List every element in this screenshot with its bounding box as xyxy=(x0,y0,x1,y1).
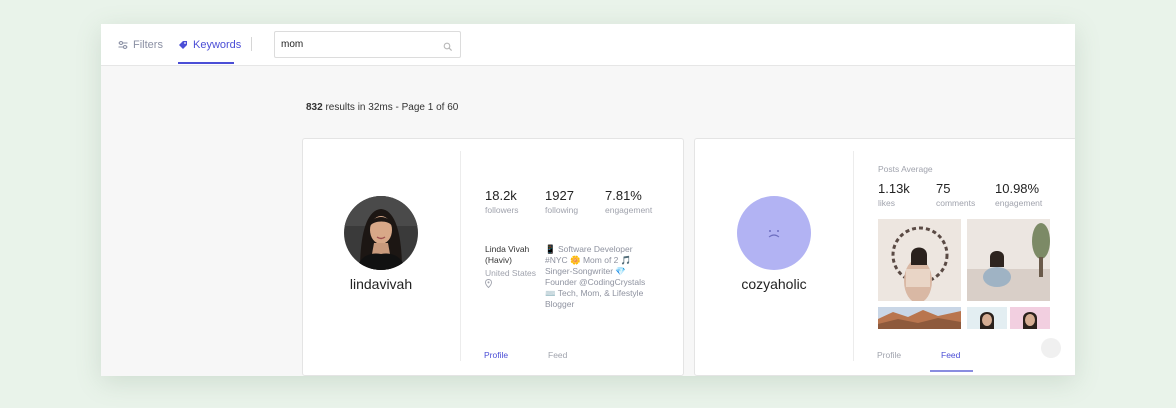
avatar[interactable] xyxy=(344,196,418,270)
stat-value: 1.13k xyxy=(878,181,910,196)
posts-average-label: Posts Average xyxy=(878,164,933,174)
tab-filters[interactable]: Filters xyxy=(118,24,163,65)
stat-label: following xyxy=(545,205,579,215)
feed-thumbnail[interactable] xyxy=(967,307,1007,329)
tab-keywords-label: Keywords xyxy=(193,38,242,51)
active-tab-indicator xyxy=(178,62,234,64)
bio-line: #NYC 🌼 Mom of 2 🎵 xyxy=(545,255,632,265)
stat-value: 75 xyxy=(936,181,951,196)
tab-profile[interactable]: Profile xyxy=(877,350,901,360)
feed-thumbnail[interactable] xyxy=(878,219,961,301)
stat-label: engagement xyxy=(995,198,1043,208)
feed-thumbnail[interactable] xyxy=(967,219,1050,301)
bio-location: United States xyxy=(485,268,537,291)
bio-line: Singer-Songwriter 💎 xyxy=(545,266,626,276)
stat-comments: 75 comments xyxy=(936,181,975,208)
stat-label: comments xyxy=(936,198,976,208)
tab-keywords[interactable]: Keywords xyxy=(178,24,241,65)
location-pin-icon xyxy=(485,279,492,290)
stat-label: followers xyxy=(485,205,519,215)
stat-following: 1927 following xyxy=(545,188,578,215)
tab-feed[interactable]: Feed xyxy=(548,350,567,360)
search-box xyxy=(274,31,461,58)
stat-value: 7.81% xyxy=(605,188,642,203)
stat-label: engagement xyxy=(605,205,653,215)
influencer-card: cozyaholic Posts Average 1.13k likes 75 … xyxy=(694,138,1075,376)
sliders-icon xyxy=(118,40,128,50)
stat-label: likes xyxy=(878,198,896,208)
card-divider xyxy=(460,151,461,361)
stat-likes: 1.13k likes xyxy=(878,181,910,208)
bio-location-text: United States xyxy=(485,268,537,278)
bio-line: Blogger xyxy=(545,299,575,309)
toolbar-divider xyxy=(251,37,252,51)
search-input[interactable] xyxy=(281,35,431,53)
top-toolbar: Filters Keywords xyxy=(101,24,1075,66)
results-text: results in 32ms - Page 1 of 60 xyxy=(322,102,459,113)
results-count: 832 xyxy=(306,102,323,113)
username[interactable]: cozyaholic xyxy=(699,276,849,292)
card-divider xyxy=(853,151,854,361)
bio-line: ⌨️ Tech, Mom, & Lifestyle xyxy=(545,288,644,298)
tag-icon xyxy=(178,40,188,50)
avatar[interactable] xyxy=(737,196,811,270)
tab-filters-label: Filters xyxy=(133,38,163,51)
stat-engagement: 7.81% engagement xyxy=(605,188,652,215)
bio-text: 📱 Software Developer #NYC 🌼 Mom of 2 🎵 S… xyxy=(545,244,665,310)
bio-full-name: Linda Vivah (Haviv) xyxy=(485,244,530,265)
bio-line: 📱 Software Developer xyxy=(545,244,633,254)
feed-thumbnail[interactable] xyxy=(878,307,961,329)
stat-value: 18.2k xyxy=(485,188,517,203)
stat-value: 1927 xyxy=(545,188,574,203)
username[interactable]: lindavivah xyxy=(306,276,456,292)
results-summary: 832 results in 32ms - Page 1 of 60 xyxy=(306,102,458,113)
influencer-card: lindavivah 18.2k followers 1927 followin… xyxy=(302,138,684,376)
stat-followers: 18.2k followers xyxy=(485,188,519,215)
search-icon[interactable] xyxy=(443,39,453,52)
tab-feed[interactable]: Feed xyxy=(941,350,960,360)
active-tab-indicator xyxy=(930,370,973,372)
bio-line: Founder @CodingCrystals xyxy=(545,277,646,287)
app-window: Filters Keywords 832 results in 3 xyxy=(101,24,1075,376)
stat-engagement: 10.98% engagement xyxy=(995,181,1042,208)
feed-thumbnail[interactable] xyxy=(1010,307,1050,329)
scroll-to-top-button[interactable] xyxy=(1041,338,1061,358)
stat-value: 10.98% xyxy=(995,181,1040,196)
tab-profile[interactable]: Profile xyxy=(484,350,508,360)
